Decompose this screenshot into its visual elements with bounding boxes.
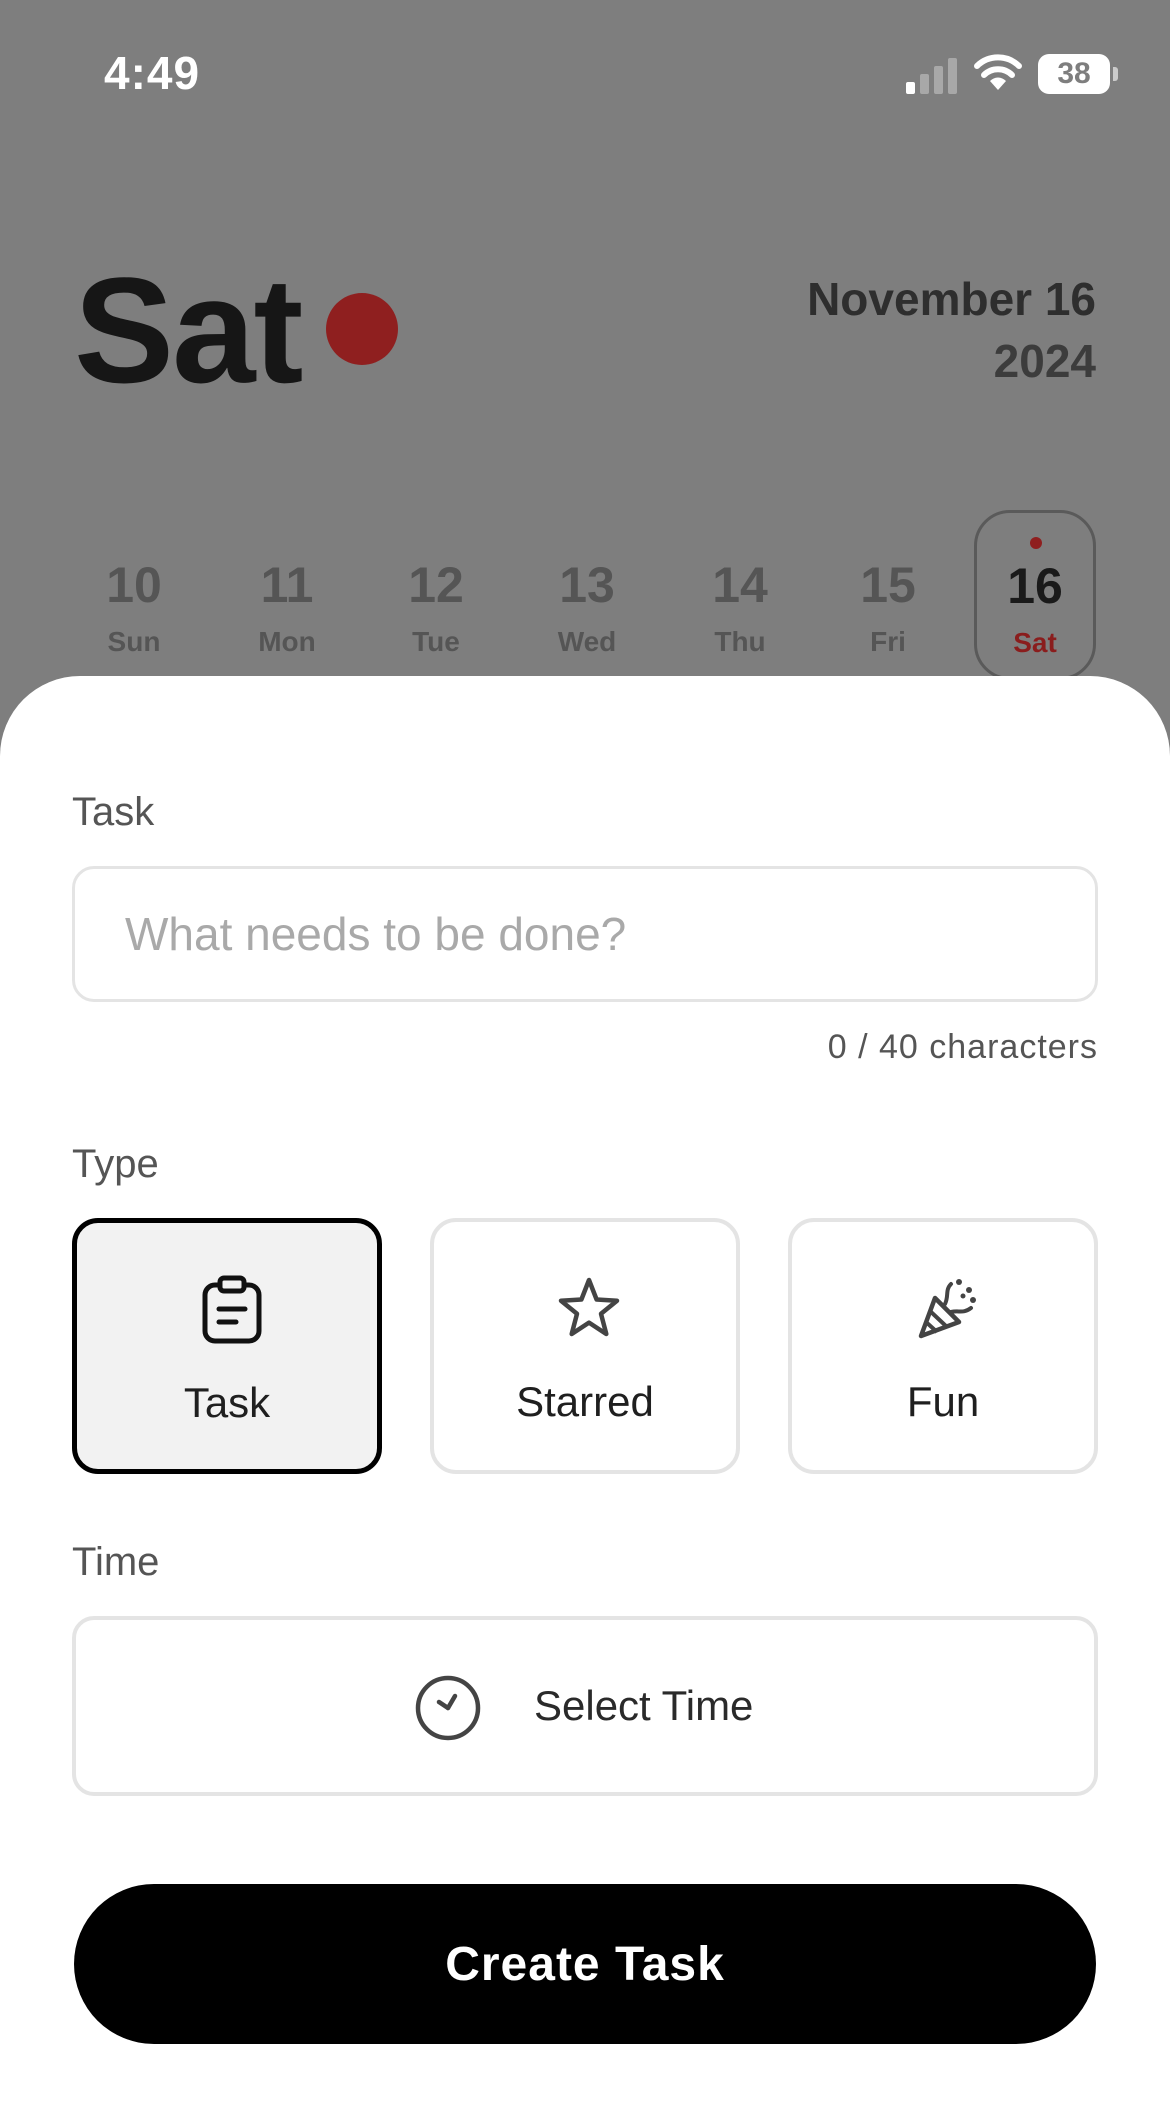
- week-day-wed[interactable]: 13 Wed: [526, 510, 648, 680]
- day-title: Sat: [74, 246, 303, 414]
- week-day-tue[interactable]: 12 Tue: [375, 510, 497, 680]
- week-day-label: Tue: [412, 626, 460, 657]
- week-day-sun[interactable]: 10 Sun: [73, 510, 195, 680]
- cellular-signal-icon: [906, 58, 957, 94]
- battery-level: 38: [1057, 57, 1091, 90]
- battery-icon: 38: [1038, 54, 1118, 94]
- week-day-mon[interactable]: 11 Mon: [226, 510, 348, 680]
- week-strip: 10 Sun 11 Mon 12 Tue 13 Wed 14 Thu 15 Fr…: [0, 510, 1170, 690]
- type-option-label: Starred: [516, 1378, 654, 1425]
- task-field-label: Task: [72, 790, 155, 834]
- select-time-label: Select Time: [534, 1682, 754, 1729]
- week-day-label: Wed: [557, 626, 617, 657]
- task-input[interactable]: [72, 866, 1098, 1002]
- clock-icon: [415, 1675, 481, 1741]
- week-day-label: Sun: [107, 626, 161, 657]
- week-day-sat[interactable]: 16 Sat: [974, 510, 1096, 680]
- star-icon: [558, 1277, 620, 1337]
- week-day-label: Mon: [258, 626, 316, 657]
- selected-day-dot: [1030, 537, 1042, 549]
- party-popper-icon: [918, 1279, 976, 1339]
- type-option-label: Fun: [906, 1378, 980, 1425]
- time-field-label: Time: [72, 1540, 160, 1584]
- year: 2024: [993, 335, 1096, 387]
- week-day-number: 15: [860, 557, 916, 613]
- type-field-label: Type: [72, 1142, 159, 1186]
- select-time-button[interactable]: Select Time: [72, 1616, 1098, 1796]
- week-day-number: 10: [106, 557, 162, 613]
- month-day: November 16: [807, 273, 1096, 325]
- week-day-label: Thu: [714, 626, 766, 657]
- character-counter: 0 / 40 characters: [827, 1028, 1098, 1066]
- week-day-number: 12: [408, 557, 464, 613]
- today-dot: [326, 293, 398, 365]
- status-time: 4:49: [104, 47, 201, 99]
- week-day-label: Sat: [1013, 627, 1057, 658]
- week-day-number: 13: [559, 557, 615, 613]
- week-day-number: 16: [1007, 558, 1063, 614]
- type-option-label: Task: [183, 1379, 271, 1426]
- clipboard-icon: [202, 1275, 262, 1344]
- wifi-icon: [974, 54, 1022, 90]
- type-option-fun[interactable]: Fun: [788, 1218, 1098, 1474]
- new-task-sheet: Task 0 / 40 characters Type Task Starred: [0, 676, 1170, 2108]
- app-screen: 4:49 38 Sat November 16 2024 10 Sun 11 M…: [0, 0, 1170, 2108]
- type-option-starred[interactable]: Starred: [430, 1218, 740, 1474]
- create-task-button[interactable]: Create Task: [74, 1884, 1096, 2044]
- week-day-number: 14: [712, 557, 768, 613]
- week-day-thu[interactable]: 14 Thu: [679, 510, 801, 680]
- status-bar: 4:49 38: [0, 0, 1170, 150]
- week-day-label: Fri: [870, 626, 906, 657]
- week-day-fri[interactable]: 15 Fri: [827, 510, 949, 680]
- week-day-number: 11: [260, 557, 314, 613]
- type-option-task[interactable]: Task: [72, 1218, 382, 1474]
